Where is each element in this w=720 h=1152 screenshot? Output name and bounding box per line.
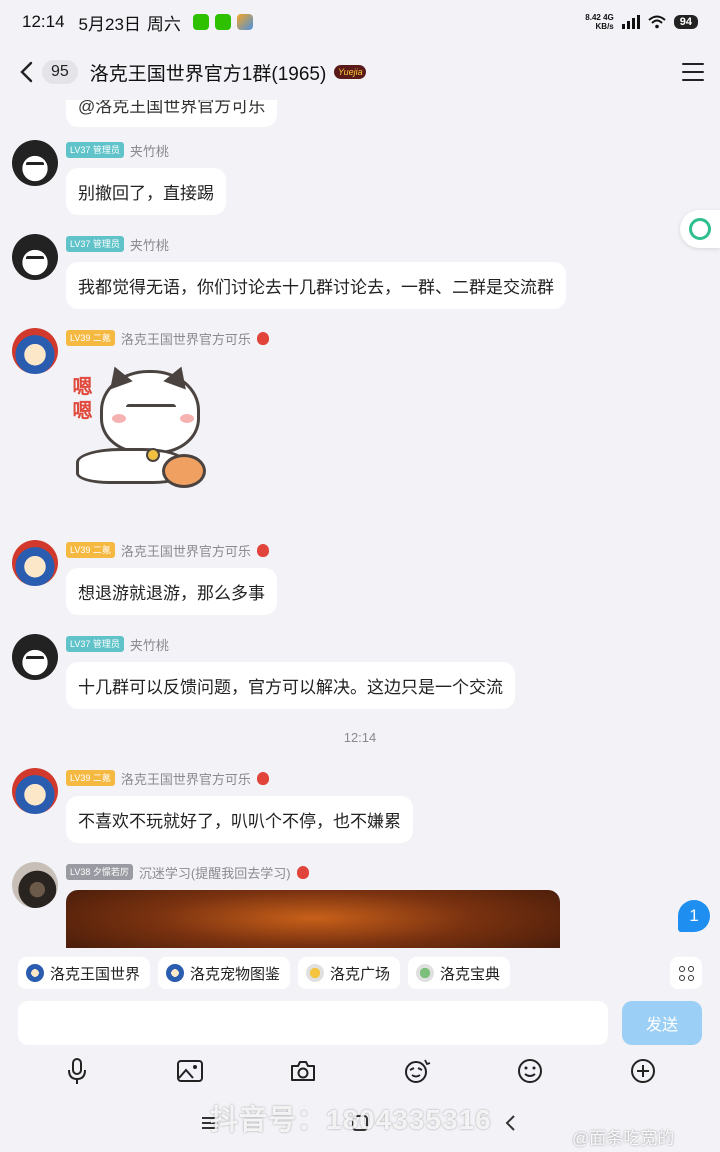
avatar[interactable] [12, 328, 58, 374]
magic-emoji-icon[interactable] [397, 1051, 437, 1091]
new-message-badge[interactable]: 1 [678, 900, 710, 932]
avatar[interactable] [12, 768, 58, 814]
coin-icon [306, 964, 325, 982]
chat-message: LV37 管理员 夹竹桃 十几群可以反馈问题，官方可以解决。这边只是一个交流 [12, 634, 515, 709]
level-tag: LV37 管理员 [66, 142, 124, 158]
chat-header: 95 洛克王国世界官方1群(1965) Yuejia [0, 44, 720, 100]
status-time: 12:14 [22, 12, 65, 31]
bug-icon [296, 865, 309, 879]
status-bar: 12:14 5月23日 周六 8.42 4G KB/s 94 [0, 0, 720, 44]
shortcut-roco-world[interactable]: 洛克王国世界 [18, 957, 151, 989]
signal-icon [621, 15, 640, 29]
message-bubble[interactable]: 十几群可以反馈问题，官方可以解决。这边只是一个交流 [66, 662, 515, 709]
plus-icon[interactable] [623, 1051, 663, 1091]
sender-name[interactable]: 夹竹桃 [130, 235, 169, 254]
shortcut-pet-guide[interactable]: 洛克宠物图鉴 [158, 957, 291, 989]
avatar[interactable] [12, 540, 58, 586]
sender-name[interactable]: 夹竹桃 [130, 141, 169, 160]
message-bubble[interactable]: 想退游就退游，那么多事 [66, 568, 277, 615]
message-input[interactable] [18, 1001, 608, 1045]
handbook-icon [416, 964, 435, 982]
wechat-icon [214, 14, 231, 30]
status-indicators: 8.42 4G KB/s 94 [585, 13, 698, 31]
roco-icon [26, 964, 44, 982]
menu-icon[interactable] [682, 63, 704, 81]
home-icon[interactable] [345, 1108, 375, 1138]
side-float-button[interactable] [680, 210, 720, 248]
message-bubble[interactable]: @洛克王国世界官方可乐 [66, 100, 278, 127]
shortcut-handbook[interactable]: 洛克宝典 [408, 957, 511, 989]
input-row: 发送 [0, 998, 720, 1048]
message-bubble[interactable]: 我都觉得无语，你们讨论去十几群讨论去，一群、二群是交流群 [66, 262, 566, 309]
shortcut-bar: 洛克王国世界 洛克宠物图鉴 洛克广场 洛克宝典 [0, 948, 720, 998]
group-title[interactable]: 洛克王国世界官方1群(1965) [90, 59, 327, 86]
more-apps-icon[interactable] [670, 957, 702, 989]
chat-message: LV38 夕憬若厉 沉迷学习(提醒我回去学习) [12, 862, 560, 948]
sender-name[interactable]: 洛克王国世界官方可乐 [121, 329, 251, 348]
level-tag: LV38 夕憬若厉 [66, 864, 133, 880]
wechat-icon [192, 14, 209, 30]
message-bubble[interactable]: 别撤回了，直接踢 [66, 168, 226, 215]
chat-message: LV37 管理员 夹竹桃 我都觉得无语，你们讨论去十几群讨论去，一群、二群是交流… [12, 234, 566, 309]
unread-count-badge[interactable]: 95 [42, 60, 78, 84]
avatar[interactable] [12, 140, 58, 186]
bug-icon [256, 771, 269, 785]
avatar[interactable] [12, 234, 58, 280]
system-nav-bar [0, 1094, 720, 1152]
net-speed: 8.42 4G KB/s [585, 13, 614, 31]
image-message[interactable] [66, 890, 560, 948]
wifi-icon [648, 15, 666, 29]
send-button[interactable]: 发送 [622, 1001, 702, 1045]
chat-message: LV39 二氪 洛克王国世界官方可乐 不喜欢不玩就好了，叭叭个不停，也不嫌累 [12, 768, 413, 843]
battery-indicator: 94 [673, 15, 698, 29]
cat-sticker[interactable]: 嗯嗯 [66, 362, 206, 500]
shortcut-plaza[interactable]: 洛克广场 [298, 957, 401, 989]
status-weekday: 周六 [146, 14, 181, 34]
level-tag: LV37 管理员 [66, 236, 124, 252]
microphone-icon[interactable] [57, 1051, 97, 1091]
bug-icon [256, 543, 269, 557]
level-tag: LV39 二氪 [66, 330, 115, 346]
chat-message: LV39 二氪 洛克王国世界官方可乐 嗯嗯 [12, 328, 269, 500]
time-divider: 12:14 [343, 730, 377, 745]
chat-message: LV37 管理员 夹竹桃 别撤回了，直接踢 [12, 140, 226, 215]
chat-message: LV39 二氪 洛克王国世界官方可乐 想退游就退游，那么多事 [12, 540, 277, 615]
chat-messages[interactable]: @洛克王国世界官方可乐 LV37 管理员 夹竹桃 别撤回了，直接踢 LV37 管… [0, 100, 720, 948]
bug-icon [256, 331, 269, 345]
sender-name[interactable]: 洛克王国世界官方可乐 [121, 541, 251, 560]
sender-name[interactable]: 沉迷学习(提醒我回去学习) [139, 863, 291, 882]
sender-name[interactable]: 洛克王国世界官方可乐 [121, 769, 251, 788]
back-arrow-icon[interactable] [16, 60, 36, 84]
level-tag: LV37 管理员 [66, 636, 124, 652]
sender-name[interactable]: 夹竹桃 [130, 635, 169, 654]
swirl-icon [689, 218, 711, 240]
level-tag: LV39 二氪 [66, 542, 115, 558]
group-badge: Yuejia [334, 65, 367, 79]
image-icon[interactable] [170, 1051, 210, 1091]
level-tag: LV39 二氪 [66, 770, 115, 786]
status-date: 5月23日 [78, 14, 141, 34]
roco-icon [166, 964, 185, 982]
avatar[interactable] [12, 862, 58, 908]
recent-apps-icon[interactable] [195, 1108, 225, 1138]
camera-icon[interactable] [283, 1051, 323, 1091]
input-toolbar [0, 1048, 720, 1094]
avatar[interactable] [12, 634, 58, 680]
back-icon[interactable] [495, 1108, 525, 1138]
sticker-text: 嗯嗯 [69, 376, 91, 424]
message-bubble[interactable]: 不喜欢不玩就好了，叭叭个不停，也不嫌累 [66, 796, 413, 843]
gallery-icon [236, 14, 253, 30]
emoji-icon[interactable] [510, 1051, 550, 1091]
